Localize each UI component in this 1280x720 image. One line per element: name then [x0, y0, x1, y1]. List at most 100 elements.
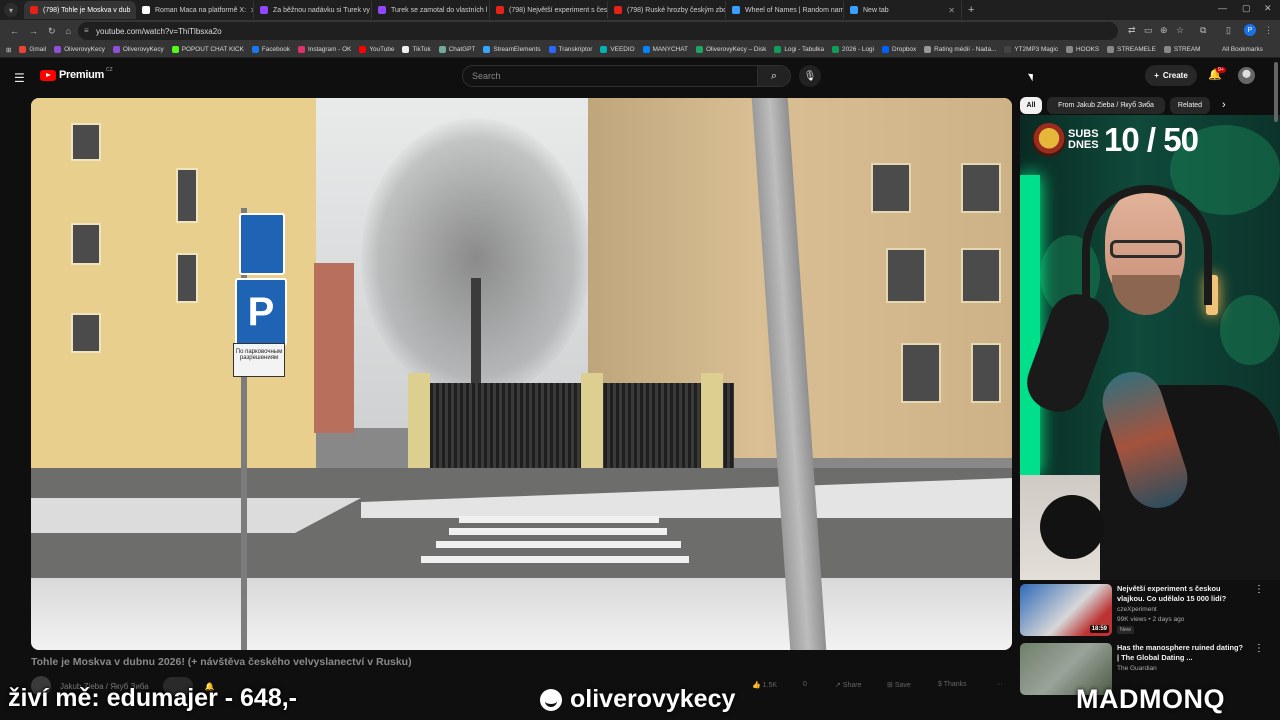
bookmark-item[interactable]: TikTok: [402, 46, 431, 53]
bookmark-item[interactable]: YouTube: [359, 46, 394, 53]
bookmark-item[interactable]: OliverovyKecy: [54, 46, 105, 53]
guide-menu-icon[interactable]: ☰: [14, 71, 25, 85]
recommendation-channel[interactable]: The Guardian: [1117, 665, 1157, 672]
minimize-icon[interactable]: —: [1218, 3, 1227, 13]
more-actions-button[interactable]: ···: [996, 681, 1003, 688]
more-options-icon[interactable]: ⋮: [1254, 643, 1264, 654]
chip-all[interactable]: All: [1020, 97, 1042, 114]
reload-icon[interactable]: ↻: [48, 26, 56, 37]
browser-tab-bar: ▾ (798) Tohle je Moskva v dub✕Roman Maca…: [0, 0, 1280, 20]
browser-tab[interactable]: Za běžnou nadávku si Turek vy✕: [254, 1, 372, 19]
bookmark-item[interactable]: Dropbox: [882, 46, 916, 53]
new-tab-button[interactable]: +: [968, 4, 974, 16]
search-input[interactable]: Search: [462, 65, 758, 87]
site-info-icon[interactable]: ≡: [84, 26, 89, 35]
bookmark-item[interactable]: Instagram - OK: [297, 46, 352, 53]
tab-favicon-icon: [142, 6, 150, 14]
bookmark-label: POPOUT CHAT KICK: [181, 46, 244, 53]
bookmark-item[interactable]: HOOKS: [1066, 46, 1099, 53]
bookmark-item[interactable]: POPOUT CHAT KICK: [171, 46, 244, 53]
bookmark-item[interactable]: ChatGPT: [438, 46, 475, 53]
youtube-logo[interactable]: Premium CZ: [40, 67, 113, 81]
recommendation-channel[interactable]: czeXperiment: [1117, 606, 1157, 613]
thanks-button[interactable]: $ Thanks: [938, 681, 967, 688]
bookmark-item[interactable]: YT2MP3 Magic: [1004, 46, 1058, 53]
close-window-icon[interactable]: ✕: [1264, 3, 1272, 14]
bookmark-item[interactable]: Facebook: [251, 46, 290, 53]
plant-leaves: [1220, 295, 1280, 365]
create-button[interactable]: + Create: [1145, 65, 1197, 86]
translate-icon[interactable]: ⇄: [1128, 25, 1136, 36]
chevron-right-icon[interactable]: ›: [1222, 99, 1226, 111]
profile-avatar[interactable]: P: [1244, 24, 1256, 36]
recommendation-card[interactable]: 18:59 Největší experiment s českou vlajk…: [1020, 584, 1270, 636]
video-scene-window: [176, 168, 198, 223]
dislike-button[interactable]: 0: [803, 681, 807, 688]
tab-label: Turek se zamotal do vlastních l: [391, 6, 488, 14]
recommendation-thumbnail[interactable]: 18:59: [1020, 584, 1112, 636]
all-bookmarks-link[interactable]: All Bookmarks: [1222, 46, 1263, 53]
bookmark-item[interactable]: Gmail: [19, 46, 46, 53]
apps-icon[interactable]: ⊞: [6, 46, 11, 54]
bookmark-label: Instagram - OK: [307, 46, 352, 53]
recommendation-title[interactable]: Has the manosphere ruined dating? | The …: [1117, 643, 1247, 663]
headphones-icon: [1082, 185, 1212, 305]
video-scene-window: [901, 343, 941, 403]
maximize-icon[interactable]: ▢: [1242, 3, 1251, 14]
bookmark-item[interactable]: VEEDIO: [600, 46, 635, 53]
bookmark-label: VEEDIO: [610, 46, 635, 53]
home-icon[interactable]: ⌂: [66, 26, 71, 36]
browser-tab[interactable]: (798) Největší experiment s čes✕: [490, 1, 608, 19]
voice-search-button[interactable]: 🎙: [799, 65, 821, 87]
sidebar-icon[interactable]: ▯: [1226, 25, 1231, 36]
video-player[interactable]: P По парковочным разрешениям: [31, 98, 1012, 650]
extensions-icon[interactable]: ⧉: [1200, 25, 1206, 36]
recommendation-title[interactable]: Největší experiment s českou vlajkou. Co…: [1117, 584, 1247, 604]
browser-tab[interactable]: (798) Ruské hrozby českým zbo✕: [608, 1, 726, 19]
bookmark-item[interactable]: STREAM: [1163, 46, 1200, 53]
bookmark-favicon-icon: [438, 46, 446, 53]
browser-tab[interactable]: Roman Maca na platformě X: ✕: [136, 1, 254, 19]
share-button[interactable]: ↗ Share: [835, 681, 862, 689]
more-options-icon[interactable]: ⋮: [1254, 584, 1264, 595]
browser-tab[interactable]: New tab ✕: [844, 1, 962, 19]
account-avatar[interactable]: [1238, 67, 1255, 84]
bookmark-item[interactable]: OliverovyKecy: [112, 46, 164, 53]
video-scene-snow: [31, 578, 1012, 650]
bookmark-item[interactable]: STREAMELE: [1107, 46, 1156, 53]
search-button[interactable]: ⌕: [757, 65, 791, 87]
save-button[interactable]: ⊞ Save: [887, 681, 911, 689]
bookmark-item[interactable]: OliverovyKecy – Disk: [695, 46, 766, 53]
bookmark-favicon-icon: [19, 46, 27, 53]
bookmark-star-icon[interactable]: ☆: [1176, 25, 1184, 36]
browser-tab[interactable]: (798) Tohle je Moskva v dub✕: [24, 1, 136, 19]
bookmark-item[interactable]: Logi - Tabulka: [774, 46, 824, 53]
like-button[interactable]: 👍 1.5K: [752, 681, 777, 689]
address-bar[interactable]: ≡ youtube.com/watch?v=ThiTlbsxa2o: [78, 22, 1118, 40]
tab-close-icon[interactable]: ✕: [246, 6, 253, 15]
zoom-icon[interactable]: ⊕: [1160, 25, 1168, 36]
chip-related[interactable]: Related: [1170, 97, 1210, 114]
chip-from-channel[interactable]: From Jakub Zieba / Якуб Зиба: [1047, 97, 1165, 114]
bookmark-favicon-icon: [642, 46, 650, 53]
browser-tab[interactable]: Turek se zamotal do vlastních l✕: [372, 1, 490, 19]
bookmark-item[interactable]: Transkriptor: [548, 46, 592, 53]
bookmark-favicon-icon: [924, 46, 932, 53]
bookmark-item[interactable]: Rating médií - Nada...: [924, 46, 996, 53]
bookmark-favicon-icon: [1066, 46, 1074, 53]
page-scrollbar[interactable]: [1274, 62, 1278, 122]
cast-icon[interactable]: ▭: [1144, 25, 1153, 36]
menu-kebab-icon[interactable]: ⋮: [1264, 25, 1273, 36]
logo-country: CZ: [105, 67, 113, 73]
forward-icon[interactable]: →: [29, 26, 38, 36]
bookmark-item[interactable]: 2026 - Logi: [832, 46, 874, 53]
back-icon[interactable]: ←: [10, 26, 19, 36]
tab-close-icon[interactable]: ✕: [944, 6, 955, 15]
browser-tab[interactable]: Wheel of Names | Random nam✕: [726, 1, 844, 19]
donor-ticker: živí mě: edumajer - 648,-: [8, 684, 298, 712]
tab-search-icon[interactable]: ▾: [4, 3, 18, 17]
bookmark-item[interactable]: StreamElements: [483, 46, 541, 53]
bookmark-item[interactable]: MANYCHAT: [642, 46, 688, 53]
youtube-play-icon: [40, 69, 56, 81]
tab-strip: (798) Tohle je Moskva v dub✕Roman Maca n…: [24, 1, 962, 19]
